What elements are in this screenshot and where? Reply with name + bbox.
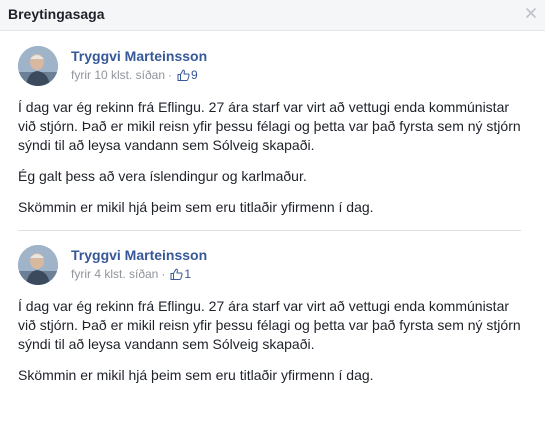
revision-meta: fyrir 4 klst. síðan · 1 — [71, 267, 191, 281]
like-count[interactable]: 1 — [184, 267, 191, 281]
avatar[interactable] — [18, 245, 58, 285]
timestamp[interactable]: fyrir 10 klst. síðan — [71, 68, 165, 82]
revision-content: Í dag var ég rekinn frá Eflingu. 27 ára … — [18, 297, 527, 385]
revision-entry: Tryggvi Marteinsson fyrir 4 klst. síðan … — [8, 231, 537, 385]
timestamp[interactable]: fyrir 4 klst. síðan — [71, 267, 158, 281]
author-name[interactable]: Tryggvi Marteinsson — [71, 48, 207, 64]
post-paragraph: Skömmin er mikil hjá þeim sem eru titlað… — [18, 199, 374, 215]
dialog-body: Tryggvi Marteinsson fyrir 10 klst. síðan… — [0, 31, 545, 385]
thumbs-up-icon[interactable] — [177, 69, 190, 81]
author-name[interactable]: Tryggvi Marteinsson — [71, 247, 207, 263]
revision-entry: Tryggvi Marteinsson fyrir 10 klst. síðan… — [8, 31, 537, 231]
meta-separator: · — [168, 68, 173, 82]
revision-meta: fyrir 10 klst. síðan · 9 — [71, 68, 198, 82]
revision-header: Tryggvi Marteinsson fyrir 4 klst. síðan … — [18, 245, 527, 287]
post-paragraph: Í dag var ég rekinn frá Eflingu. 27 ára … — [18, 99, 521, 153]
post-paragraph: Ég galt þess að vera íslendingur og karl… — [18, 168, 307, 184]
dialog-title: Breytingasaga — [8, 6, 105, 22]
revision-content: Í dag var ég rekinn frá Eflingu. 27 ára … — [18, 98, 527, 217]
revision-history-dialog: Breytingasaga Tryggvi Marteinsson fyrir … — [0, 0, 545, 429]
post-paragraph: Í dag var ég rekinn frá Eflingu. 27 ára … — [18, 298, 521, 352]
close-icon[interactable] — [525, 7, 537, 19]
dialog-header: Breytingasaga — [0, 0, 545, 31]
avatar[interactable] — [18, 46, 58, 86]
thumbs-up-icon[interactable] — [170, 268, 183, 280]
like-count[interactable]: 9 — [191, 68, 198, 82]
revision-header: Tryggvi Marteinsson fyrir 10 klst. síðan… — [18, 46, 527, 88]
meta-separator: · — [161, 267, 166, 281]
post-paragraph: Skömmin er mikil hjá þeim sem eru titlað… — [18, 367, 374, 383]
